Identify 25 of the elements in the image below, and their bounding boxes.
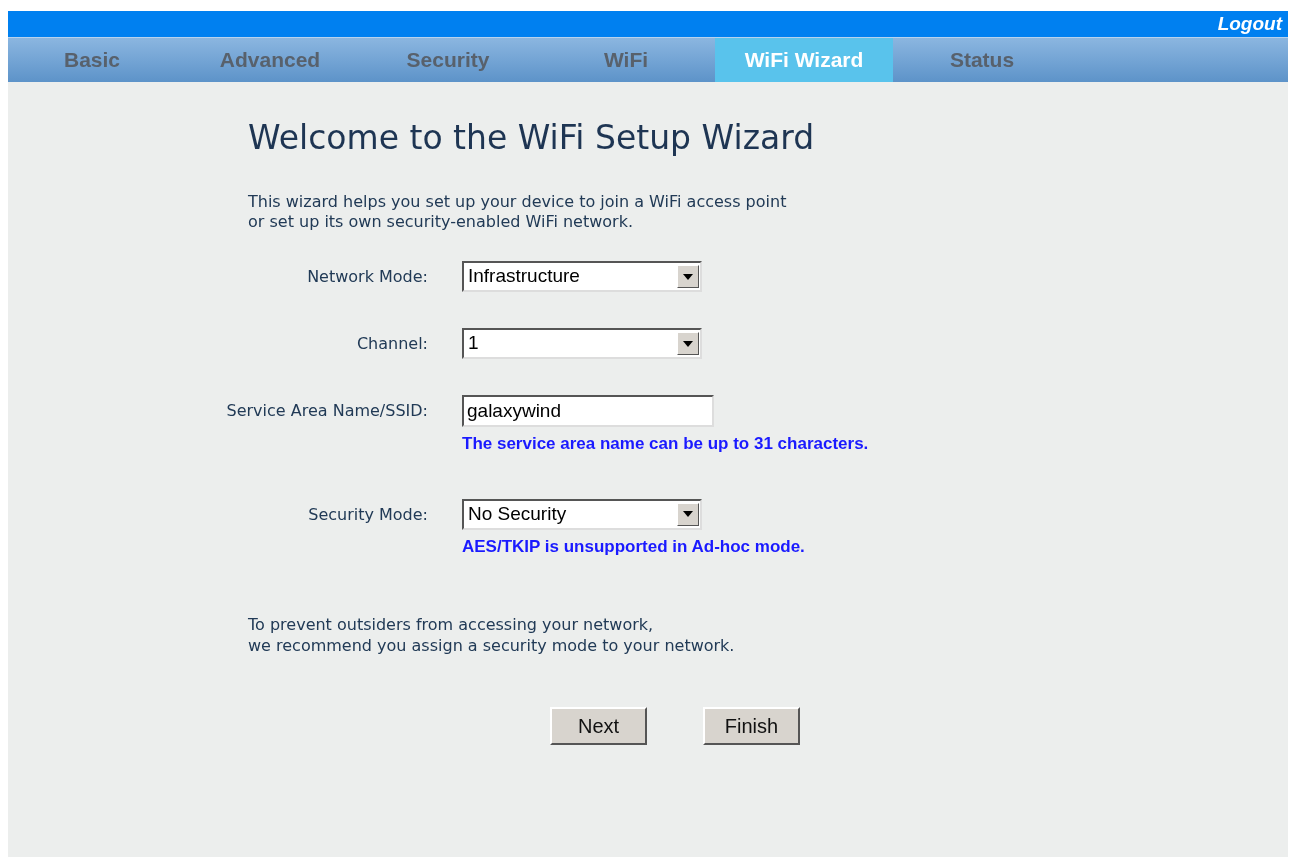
input-field[interactable]: galaxywind bbox=[462, 395, 714, 428]
nav-tab[interactable]: Basic bbox=[3, 38, 181, 82]
field-label: Network Mode: bbox=[306, 266, 428, 289]
hint-text: AES/TKIP is unsupported in Ad-hoc mode. bbox=[462, 535, 806, 558]
wizard-button[interactable]: Next bbox=[550, 706, 647, 745]
dropdown-field[interactable]: 1 bbox=[462, 328, 702, 360]
nav-tab[interactable]: WiFi bbox=[537, 38, 715, 82]
caret-icon bbox=[683, 273, 693, 280]
wizard-button[interactable]: Finish bbox=[703, 706, 800, 745]
intro-text: This wizard helps you set up your device to join a WiFi access point or set up its own security-enabled WiFi network. bbox=[248, 191, 788, 234]
field-label: Service Area Name/SSID: bbox=[225, 400, 428, 423]
nav-tab[interactable]: WiFi Wizard bbox=[715, 38, 893, 82]
field-label: Security Mode: bbox=[307, 503, 428, 526]
page-heading: Welcome to the WiFi Setup Wizard bbox=[248, 118, 816, 158]
nav-tab[interactable]: Advanced bbox=[181, 38, 359, 82]
caret-icon bbox=[683, 511, 693, 518]
nav-tab[interactable]: Security bbox=[359, 38, 537, 82]
logout-link[interactable]: Logout bbox=[1217, 9, 1282, 39]
hint-text: The service area name can be up to 31 characters. bbox=[462, 433, 870, 456]
nav-tab[interactable]: Status bbox=[893, 38, 1071, 82]
dropdown-field[interactable]: No Security bbox=[462, 498, 702, 530]
dropdown-field[interactable]: Infrastructure bbox=[462, 261, 702, 293]
caret-icon bbox=[683, 340, 693, 347]
security-note: To prevent outsiders from accessing your network, we recommend you assign a security mode to your network. bbox=[248, 615, 736, 657]
field-label: Channel: bbox=[355, 333, 428, 356]
